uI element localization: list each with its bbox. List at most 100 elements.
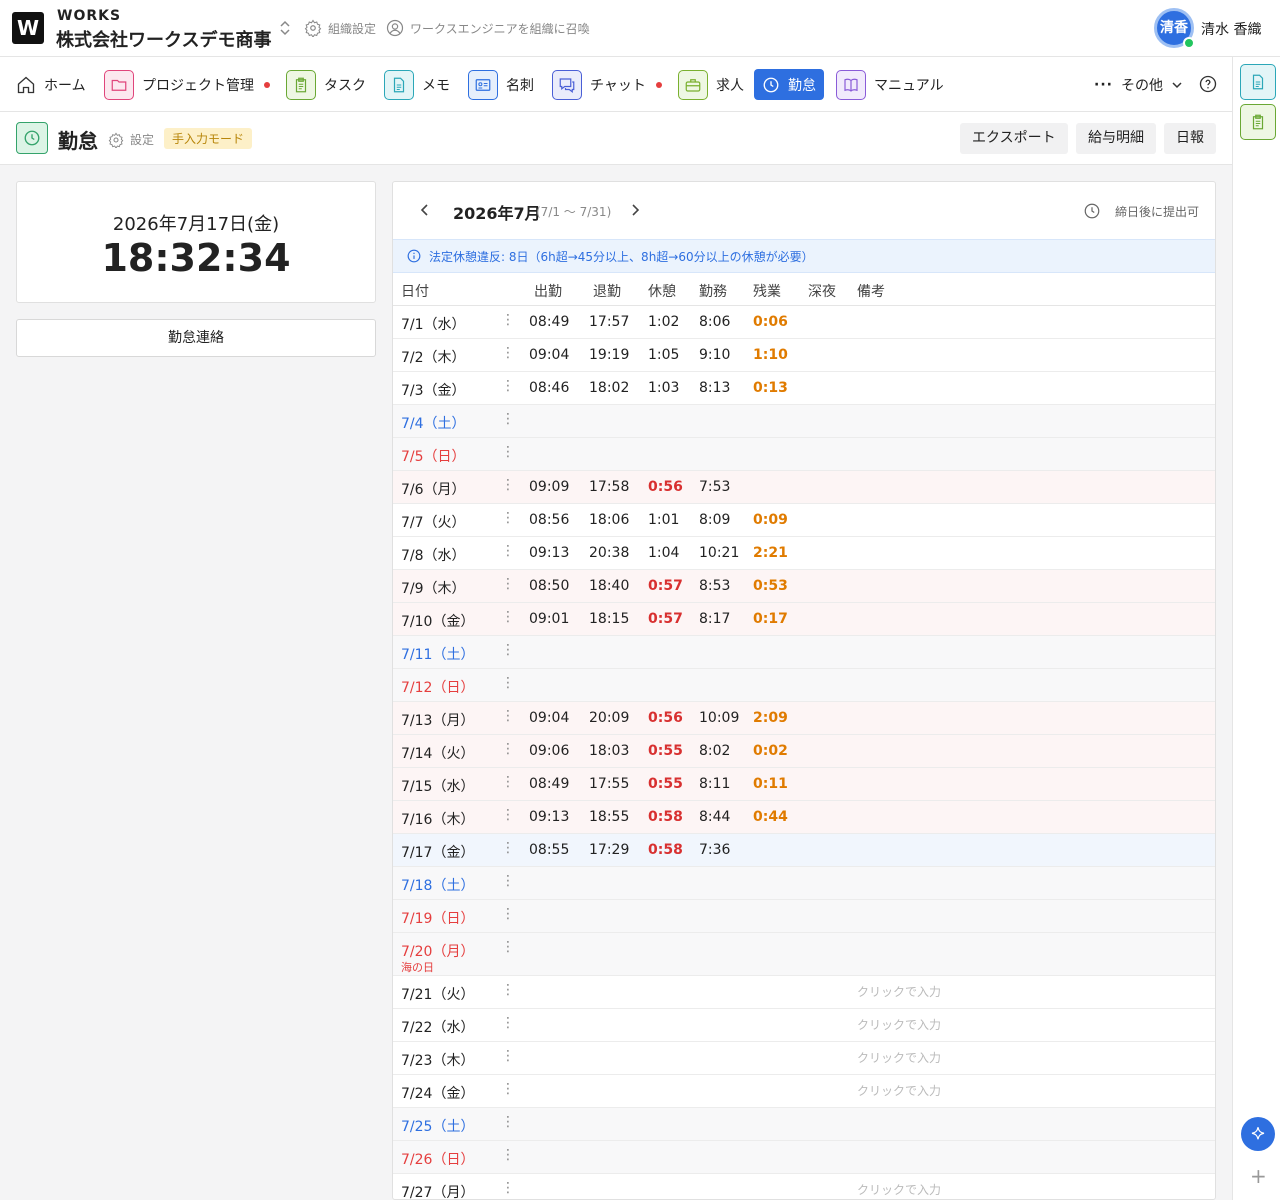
row-clock-out[interactable]: 20:38 bbox=[589, 545, 629, 561]
row-clock-in[interactable]: 08:49 bbox=[529, 776, 569, 792]
row-clock-in[interactable]: 08:56 bbox=[529, 512, 569, 528]
row-menu-icon[interactable]: ⋮ bbox=[501, 1081, 515, 1097]
row-clock-out[interactable]: 17:58 bbox=[589, 479, 629, 495]
nav-manual[interactable]: マニュアル bbox=[836, 69, 944, 100]
table-row[interactable]: 7/10（金） ⋮ 09:01 18:15 0:57 8:17 0:17 bbox=[393, 603, 1215, 636]
table-row[interactable]: 7/20（月） 海の日 ⋮ bbox=[393, 933, 1215, 976]
row-menu-icon[interactable]: ⋮ bbox=[501, 543, 515, 559]
row-menu-icon[interactable]: ⋮ bbox=[501, 939, 515, 955]
row-note-placeholder[interactable]: クリックで入力 bbox=[857, 1049, 941, 1066]
add-icon[interactable]: + bbox=[1250, 1164, 1267, 1188]
row-menu-icon[interactable]: ⋮ bbox=[501, 873, 515, 889]
table-row[interactable]: 7/21（火） ⋮ クリックで入力 bbox=[393, 976, 1215, 1009]
chevron-right-icon[interactable] bbox=[627, 202, 643, 218]
table-row[interactable]: 7/6（月） ⋮ 09:09 17:58 0:56 7:53 bbox=[393, 471, 1215, 504]
row-clock-out[interactable]: 18:55 bbox=[589, 809, 629, 825]
row-clock-out[interactable]: 18:02 bbox=[589, 380, 629, 396]
table-row[interactable]: 7/3（金） ⋮ 08:46 18:02 1:03 8:13 0:13 bbox=[393, 372, 1215, 405]
row-clock-out[interactable]: 18:40 bbox=[589, 578, 629, 594]
row-menu-icon[interactable]: ⋮ bbox=[501, 1147, 515, 1163]
row-menu-icon[interactable]: ⋮ bbox=[501, 411, 515, 427]
row-menu-icon[interactable]: ⋮ bbox=[501, 1114, 515, 1130]
nav-chat[interactable]: チャット bbox=[552, 69, 662, 100]
table-row[interactable]: 7/18（土） ⋮ bbox=[393, 867, 1215, 900]
invite-engineer-link[interactable]: ワークスエンジニアを組織に召喚 bbox=[386, 19, 590, 37]
row-note-placeholder[interactable]: クリックで入力 bbox=[857, 983, 941, 1000]
table-row[interactable]: 7/22（水） ⋮ クリックで入力 bbox=[393, 1009, 1215, 1042]
help-icon[interactable] bbox=[1199, 75, 1217, 93]
row-clock-out[interactable]: 18:06 bbox=[589, 512, 629, 528]
rail-memo-button[interactable] bbox=[1240, 64, 1276, 100]
row-clock-in[interactable]: 09:13 bbox=[529, 545, 569, 561]
row-note-placeholder[interactable]: クリックで入力 bbox=[857, 1181, 941, 1198]
org-name[interactable]: 株式会社ワークスデモ商事 bbox=[56, 26, 271, 52]
row-menu-icon[interactable]: ⋮ bbox=[501, 444, 515, 460]
table-row[interactable]: 7/5（日） ⋮ bbox=[393, 438, 1215, 471]
chevron-left-icon[interactable] bbox=[417, 202, 433, 218]
row-menu-icon[interactable]: ⋮ bbox=[501, 312, 515, 328]
org-settings-link[interactable]: 組織設定 bbox=[304, 19, 376, 37]
table-row[interactable]: 7/8（水） ⋮ 09:13 20:38 1:04 10:21 2:21 bbox=[393, 537, 1215, 570]
table-row[interactable]: 7/26（日） ⋮ bbox=[393, 1141, 1215, 1174]
export-button[interactable]: エクスポート bbox=[960, 123, 1068, 154]
table-row[interactable]: 7/15（水） ⋮ 08:49 17:55 0:55 8:11 0:11 bbox=[393, 768, 1215, 801]
row-clock-out[interactable]: 18:03 bbox=[589, 743, 629, 759]
row-clock-in[interactable]: 08:46 bbox=[529, 380, 569, 396]
daily-report-button[interactable]: 日報 bbox=[1164, 123, 1216, 154]
row-clock-out[interactable]: 17:29 bbox=[589, 842, 629, 858]
table-row[interactable]: 7/17（金） ⋮ 08:55 17:29 0:58 7:36 bbox=[393, 834, 1215, 867]
table-row[interactable]: 7/24（金） ⋮ クリックで入力 bbox=[393, 1075, 1215, 1108]
rail-task-button[interactable] bbox=[1240, 104, 1276, 140]
row-menu-icon[interactable]: ⋮ bbox=[501, 906, 515, 922]
table-row[interactable]: 7/16（木） ⋮ 09:13 18:55 0:58 8:44 0:44 bbox=[393, 801, 1215, 834]
row-clock-in[interactable]: 08:55 bbox=[529, 842, 569, 858]
row-menu-icon[interactable]: ⋮ bbox=[501, 1048, 515, 1064]
table-row[interactable]: 7/12（日） ⋮ bbox=[393, 669, 1215, 702]
row-menu-icon[interactable]: ⋮ bbox=[501, 807, 515, 823]
row-menu-icon[interactable]: ⋮ bbox=[501, 576, 515, 592]
row-clock-in[interactable]: 09:13 bbox=[529, 809, 569, 825]
row-clock-in[interactable]: 09:04 bbox=[529, 347, 569, 363]
row-clock-in[interactable]: 08:50 bbox=[529, 578, 569, 594]
row-note-placeholder[interactable]: クリックで入力 bbox=[857, 1016, 941, 1033]
row-menu-icon[interactable]: ⋮ bbox=[501, 378, 515, 394]
row-menu-icon[interactable]: ⋮ bbox=[501, 510, 515, 526]
nav-attendance[interactable]: 勤怠 bbox=[754, 69, 824, 100]
row-clock-in[interactable]: 08:49 bbox=[529, 314, 569, 330]
row-clock-in[interactable]: 09:04 bbox=[529, 710, 569, 726]
table-row[interactable]: 7/25（土） ⋮ bbox=[393, 1108, 1215, 1141]
table-row[interactable]: 7/4（土） ⋮ bbox=[393, 405, 1215, 438]
row-menu-icon[interactable]: ⋮ bbox=[501, 982, 515, 998]
row-menu-icon[interactable]: ⋮ bbox=[501, 708, 515, 724]
table-row[interactable]: 7/14（火） ⋮ 09:06 18:03 0:55 8:02 0:02 bbox=[393, 735, 1215, 768]
nav-more[interactable]: ··· その他 bbox=[1094, 69, 1183, 100]
table-row[interactable]: 7/19（日） ⋮ bbox=[393, 900, 1215, 933]
row-menu-icon[interactable]: ⋮ bbox=[501, 741, 515, 757]
nav-home[interactable]: ホーム bbox=[16, 69, 86, 100]
ai-assistant-button[interactable] bbox=[1241, 1117, 1275, 1151]
table-row[interactable]: 7/13（月） ⋮ 09:04 20:09 0:56 10:09 2:09 bbox=[393, 702, 1215, 735]
nav-business-card[interactable]: 名刺 bbox=[468, 69, 534, 100]
row-menu-icon[interactable]: ⋮ bbox=[501, 1180, 515, 1196]
row-menu-icon[interactable]: ⋮ bbox=[501, 1015, 515, 1031]
row-menu-icon[interactable]: ⋮ bbox=[501, 840, 515, 856]
row-menu-icon[interactable]: ⋮ bbox=[501, 642, 515, 658]
table-row[interactable]: 7/23（木） ⋮ クリックで入力 bbox=[393, 1042, 1215, 1075]
table-row[interactable]: 7/9（木） ⋮ 08:50 18:40 0:57 8:53 0:53 bbox=[393, 570, 1215, 603]
row-menu-icon[interactable]: ⋮ bbox=[501, 345, 515, 361]
attendance-contact-button[interactable]: 勤怠連絡 bbox=[16, 319, 376, 357]
page-settings-link[interactable]: 設定 bbox=[108, 131, 154, 148]
nav-memo[interactable]: メモ bbox=[384, 69, 450, 100]
table-row[interactable]: 7/7（火） ⋮ 08:56 18:06 1:01 8:09 0:09 bbox=[393, 504, 1215, 537]
row-clock-out[interactable]: 17:57 bbox=[589, 314, 629, 330]
row-menu-icon[interactable]: ⋮ bbox=[501, 675, 515, 691]
row-note-placeholder[interactable]: クリックで入力 bbox=[857, 1082, 941, 1099]
row-clock-out[interactable]: 17:55 bbox=[589, 776, 629, 792]
table-row[interactable]: 7/1（水） ⋮ 08:49 17:57 1:02 8:06 0:06 bbox=[393, 306, 1215, 339]
nav-jobs[interactable]: 求人 bbox=[678, 69, 744, 100]
table-row[interactable]: 7/27（月） ⋮ クリックで入力 bbox=[393, 1174, 1215, 1199]
row-menu-icon[interactable]: ⋮ bbox=[501, 774, 515, 790]
row-menu-icon[interactable]: ⋮ bbox=[501, 609, 515, 625]
payslip-button[interactable]: 給与明細 bbox=[1076, 123, 1156, 154]
user-name[interactable]: 清水 香織 bbox=[1201, 19, 1261, 39]
